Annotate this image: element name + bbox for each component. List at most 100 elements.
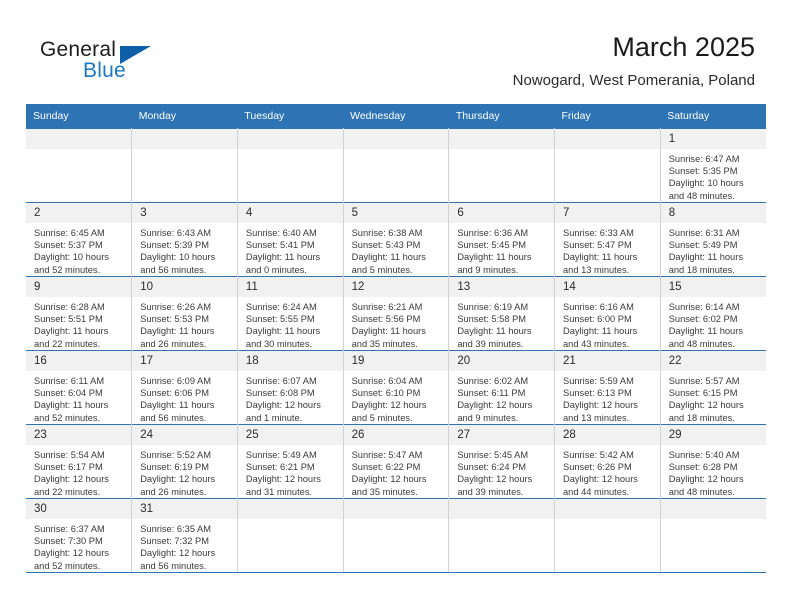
calendar-day-cell[interactable]: 8 Sunrise: 6:31 AM Sunset: 5:49 PM Daylight… [660, 202, 766, 277]
day-details: Sunrise: 5:45 AM Sunset: 6:24 PM Daylight:… [449, 445, 554, 498]
calendar-day-cell[interactable]: 28 Sunrise: 5:42 AM Sunset: 6:26 PM Dayligh… [554, 424, 661, 499]
calendar-day-cell[interactable]: 4 Sunrise: 6:40 AM Sunset: 5:41 PM Daylight… [237, 202, 344, 277]
calendar-day-cell[interactable]: 13 Sunrise: 6:19 AM Sunset: 5:58 PM Dayligh… [448, 276, 556, 351]
day-number: 18 [237, 351, 343, 371]
day-number: 6 [449, 203, 555, 223]
sunrise-text: Sunrise: 6:24 AM [245, 302, 317, 312]
calendar-day-cell[interactable]: 10 Sunrise: 6:26 AM Sunset: 5:53 PM Dayligh… [131, 276, 238, 351]
calendar-day-cell-empty [131, 128, 238, 203]
sunset-text: Sunset: 5:49 PM [668, 240, 738, 251]
sunset-text: Sunset: 5:47 PM [563, 240, 632, 251]
daylight-text-line1: Daylight: 11 hours [351, 326, 426, 337]
daylight-text-line1: Daylight: 11 hours [34, 400, 109, 411]
calendar-day-cell[interactable]: 25 Sunrise: 5:49 AM Sunset: 6:21 PM Dayligh… [237, 424, 344, 499]
sunset-text: Sunset: 7:32 PM [140, 536, 209, 547]
calendar-day-cell[interactable]: 15 Sunrise: 6:14 AM Sunset: 6:02 PM Dayligh… [660, 276, 766, 351]
day-number: 12 [343, 277, 449, 297]
daylight-text-line1: Daylight: 11 hours [457, 252, 532, 263]
sunset-text: Sunset: 6:17 PM [34, 462, 103, 473]
daylight-text-line1: Daylight: 12 hours [351, 400, 427, 411]
day-details: Sunrise: 6:35 AM Sunset: 7:32 PM Daylight:… [132, 519, 237, 572]
day-number [449, 129, 555, 149]
day-details: Sunrise: 6:14 AM Sunset: 6:02 PM Daylight:… [661, 297, 766, 350]
day-details: Sunrise: 6:33 AM Sunset: 5:47 PM Daylight:… [555, 223, 660, 276]
day-details: Sunrise: 6:16 AM Sunset: 6:00 PM Daylight:… [555, 297, 660, 350]
calendar-week-row: 23 Sunrise: 5:54 AM Sunset: 6:17 PM Dayligh… [26, 424, 766, 499]
day-details: Sunrise: 5:40 AM Sunset: 6:28 PM Daylight:… [661, 445, 766, 498]
weekday-header-friday: Friday [554, 104, 661, 129]
sunrise-text: Sunrise: 5:45 AM [457, 450, 529, 460]
calendar-day-cell[interactable]: 16 Sunrise: 6:11 AM Sunset: 6:04 PM Dayligh… [26, 350, 133, 425]
calendar-day-cell[interactable]: 18 Sunrise: 6:07 AM Sunset: 6:08 PM Dayligh… [237, 350, 344, 425]
sunset-text: Sunset: 5:51 PM [34, 314, 103, 325]
calendar-day-cell[interactable]: 12 Sunrise: 6:21 AM Sunset: 5:56 PM Dayligh… [343, 276, 450, 351]
calendar-day-cell[interactable]: 30 Sunrise: 6:37 AM Sunset: 7:30 PM Dayligh… [26, 498, 133, 573]
day-number [237, 129, 343, 149]
calendar-day-cell[interactable]: 17 Sunrise: 6:09 AM Sunset: 6:06 PM Dayligh… [131, 350, 238, 425]
sunrise-text: Sunrise: 6:47 AM [668, 154, 740, 164]
calendar-day-cell-empty [237, 128, 344, 203]
daylight-text-line2: and 26 minutes. [140, 338, 207, 349]
calendar-day-cell[interactable]: 20 Sunrise: 6:02 AM Sunset: 6:11 PM Dayligh… [448, 350, 556, 425]
sunset-text: Sunset: 6:08 PM [245, 388, 315, 399]
daylight-text-line2: and 56 minutes. [140, 412, 207, 423]
day-number: 20 [449, 351, 555, 371]
day-number: 27 [449, 425, 555, 445]
general-blue-logo[interactable]: General Blue [40, 38, 160, 88]
calendar-header-row: Sunday Monday Tuesday Wednesday Thursday… [26, 104, 766, 129]
sunset-text: Sunset: 6:28 PM [668, 462, 738, 473]
sunset-text: Sunset: 5:55 PM [245, 314, 315, 325]
calendar-day-cell[interactable]: 14 Sunrise: 6:16 AM Sunset: 6:00 PM Dayligh… [554, 276, 661, 351]
calendar-day-cell[interactable]: 22 Sunrise: 5:57 AM Sunset: 6:15 PM Dayligh… [660, 350, 766, 425]
calendar-day-cell[interactable]: 31 Sunrise: 6:35 AM Sunset: 7:32 PM Dayligh… [131, 498, 238, 573]
calendar-day-cell[interactable]: 26 Sunrise: 5:47 AM Sunset: 6:22 PM Dayligh… [343, 424, 450, 499]
calendar-day-cell[interactable]: 29 Sunrise: 5:40 AM Sunset: 6:28 PM Dayligh… [660, 424, 766, 499]
calendar-day-cell[interactable]: 2 Sunrise: 6:45 AM Sunset: 5:37 PM Daylight… [26, 202, 133, 277]
sunrise-text: Sunrise: 6:35 AM [140, 524, 212, 534]
calendar-day-cell[interactable]: 19 Sunrise: 6:04 AM Sunset: 6:10 PM Dayligh… [343, 350, 450, 425]
daylight-text-line1: Daylight: 12 hours [245, 474, 321, 485]
calendar-week-row: 16 Sunrise: 6:11 AM Sunset: 6:04 PM Dayligh… [26, 350, 766, 425]
daylight-text-line2: and 44 minutes. [563, 486, 630, 497]
calendar-day-cell[interactable]: 11 Sunrise: 6:24 AM Sunset: 5:55 PM Dayligh… [237, 276, 344, 351]
sunset-text: Sunset: 5:39 PM [140, 240, 209, 251]
day-number: 24 [132, 425, 237, 445]
calendar-day-cell-empty [448, 498, 556, 573]
day-number: 2 [26, 203, 132, 223]
day-number: 26 [343, 425, 449, 445]
day-number: 3 [132, 203, 237, 223]
day-details: Sunrise: 6:24 AM Sunset: 5:55 PM Daylight:… [238, 297, 343, 350]
day-number [26, 129, 132, 149]
sunrise-text: Sunrise: 5:57 AM [668, 376, 740, 386]
weekday-header-sunday: Sunday [26, 104, 132, 129]
day-details: Sunrise: 6:26 AM Sunset: 5:53 PM Daylight:… [132, 297, 237, 350]
day-number: 23 [26, 425, 132, 445]
calendar-day-cell[interactable]: 3 Sunrise: 6:43 AM Sunset: 5:39 PM Daylight… [131, 202, 238, 277]
day-details: Sunrise: 5:59 AM Sunset: 6:13 PM Daylight:… [555, 371, 660, 424]
daylight-text-line2: and 5 minutes. [351, 264, 413, 275]
day-details: Sunrise: 6:36 AM Sunset: 5:45 PM Daylight:… [449, 223, 554, 276]
calendar-day-cell[interactable]: 27 Sunrise: 5:45 AM Sunset: 6:24 PM Dayligh… [448, 424, 556, 499]
sunset-text: Sunset: 7:30 PM [34, 536, 103, 547]
calendar-day-cell[interactable]: 5 Sunrise: 6:38 AM Sunset: 5:43 PM Daylight… [343, 202, 450, 277]
sunset-text: Sunset: 5:58 PM [457, 314, 527, 325]
day-number: 29 [660, 425, 766, 445]
sunset-text: Sunset: 6:10 PM [351, 388, 421, 399]
calendar-day-cell[interactable]: 1 Sunrise: 6:47 AM Sunset: 5:35 PM Daylight… [660, 128, 766, 203]
calendar-day-cell-empty [343, 498, 450, 573]
sunset-text: Sunset: 5:35 PM [668, 166, 738, 177]
day-number: 15 [660, 277, 766, 297]
calendar-day-cell[interactable]: 9 Sunrise: 6:28 AM Sunset: 5:51 PM Daylight… [26, 276, 133, 351]
daylight-text-line2: and 0 minutes. [245, 264, 307, 275]
sunset-text: Sunset: 6:26 PM [563, 462, 632, 473]
calendar-day-cell[interactable]: 6 Sunrise: 6:36 AM Sunset: 5:45 PM Daylight… [448, 202, 556, 277]
calendar-day-cell[interactable]: 7 Sunrise: 6:33 AM Sunset: 5:47 PM Daylight… [554, 202, 661, 277]
day-details: Sunrise: 6:40 AM Sunset: 5:41 PM Daylight:… [238, 223, 343, 276]
day-details: Sunrise: 6:37 AM Sunset: 7:30 PM Daylight:… [26, 519, 131, 572]
calendar-day-cell[interactable]: 24 Sunrise: 5:52 AM Sunset: 6:19 PM Dayligh… [131, 424, 238, 499]
calendar-day-cell[interactable]: 21 Sunrise: 5:59 AM Sunset: 6:13 PM Dayligh… [554, 350, 661, 425]
calendar-day-cell[interactable]: 23 Sunrise: 5:54 AM Sunset: 6:17 PM Dayligh… [26, 424, 133, 499]
day-number: 1 [660, 129, 766, 149]
day-number: 17 [132, 351, 237, 371]
calendar-week-row: 30 Sunrise: 6:37 AM Sunset: 7:30 PM Dayligh… [26, 498, 766, 573]
